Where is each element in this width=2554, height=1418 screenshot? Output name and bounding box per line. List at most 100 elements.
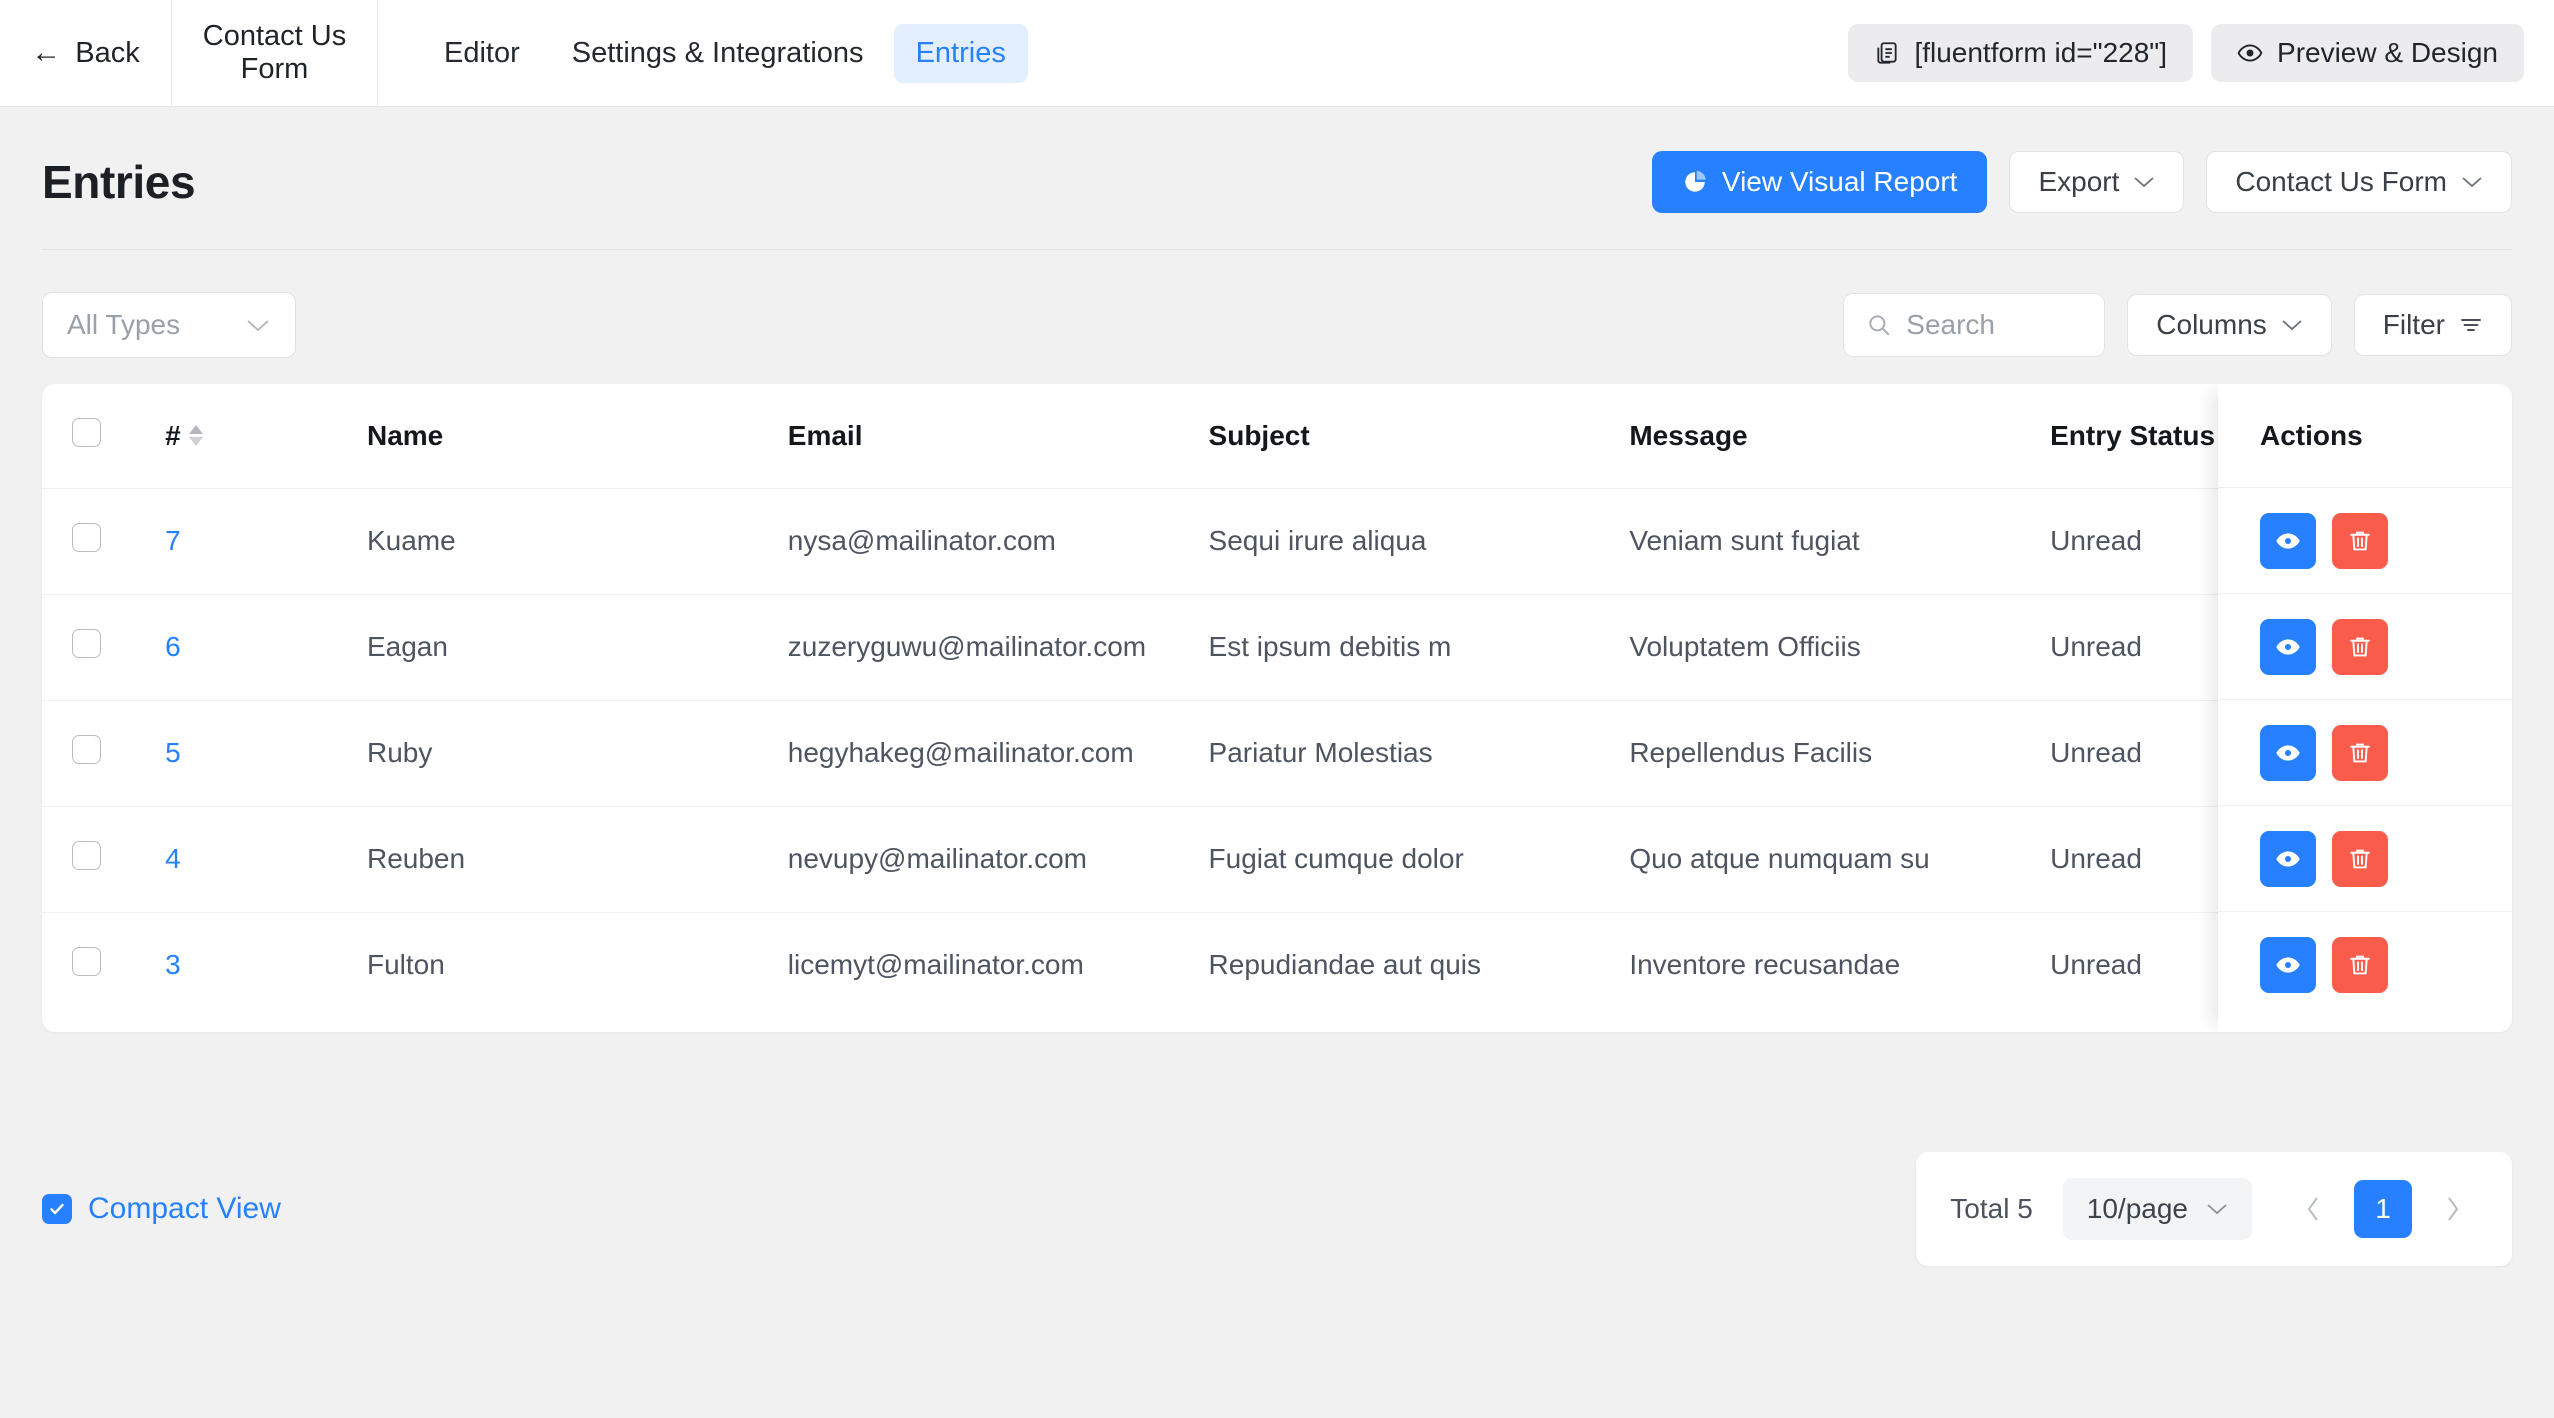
column-header-number-label: # bbox=[165, 420, 181, 452]
filter-button[interactable]: Filter bbox=[2354, 294, 2512, 356]
back-button[interactable]: ← Back bbox=[0, 0, 172, 106]
table-row[interactable]: 4 Reuben nevupy@mailinator.com Fugiat cu… bbox=[42, 806, 2512, 912]
row-email-cell: licemyt@mailinator.com bbox=[788, 912, 1209, 1018]
delete-entry-button[interactable] bbox=[2332, 831, 2388, 887]
chevron-down-icon bbox=[2281, 318, 2303, 332]
eye-icon bbox=[2274, 845, 2302, 873]
entry-id-link[interactable]: 6 bbox=[165, 631, 181, 662]
view-entry-button[interactable] bbox=[2260, 619, 2316, 675]
search-box[interactable] bbox=[1843, 293, 2105, 357]
row-email-cell: zuzeryguwu@mailinator.com bbox=[788, 594, 1209, 700]
shortcode-text: [fluentform id="228"] bbox=[1914, 37, 2167, 69]
shortcode-copy-button[interactable]: [fluentform id="228"] bbox=[1848, 24, 2193, 82]
page-size-select[interactable]: 10/page bbox=[2063, 1178, 2252, 1240]
page-number-button[interactable]: 1 bbox=[2354, 1180, 2412, 1238]
eye-icon bbox=[2237, 40, 2263, 66]
view-visual-report-label: View Visual Report bbox=[1722, 166, 1958, 198]
back-button-label: Back bbox=[75, 37, 139, 70]
top-navigation-bar: ← Back Contact Us Form Editor Settings &… bbox=[0, 0, 2554, 107]
row-checkbox[interactable] bbox=[72, 947, 101, 976]
row-subject-cell: Sequi irure aliqua bbox=[1209, 488, 1630, 594]
entries-table: # Name Email Subject Message Entry Statu… bbox=[42, 384, 2512, 1018]
chevron-down-icon bbox=[2206, 1202, 2228, 1216]
table-row[interactable]: 6 Eagan zuzeryguwu@mailinator.com Est ip… bbox=[42, 594, 2512, 700]
table-header-row: # Name Email Subject Message Entry Statu… bbox=[42, 384, 2512, 488]
row-subject-cell: Fugiat cumque dolor bbox=[1209, 806, 1630, 912]
row-message-cell: Voluptatem Officiis bbox=[1629, 594, 2050, 700]
column-header-subject[interactable]: Subject bbox=[1209, 384, 1630, 488]
row-message-cell: Veniam sunt fugiat bbox=[1629, 488, 2050, 594]
view-visual-report-button[interactable]: View Visual Report bbox=[1652, 151, 1988, 213]
preview-design-button[interactable]: Preview & Design bbox=[2211, 24, 2524, 82]
row-actions-cell bbox=[2218, 806, 2512, 912]
view-entry-button[interactable] bbox=[2260, 725, 2316, 781]
entries-table-body: 7 Kuame nysa@mailinator.com Sequi irure … bbox=[42, 488, 2512, 1018]
table-footer: Compact View Total 5 10/page 1 bbox=[42, 1152, 2512, 1266]
table-row[interactable]: 3 Fulton licemyt@mailinator.com Repudian… bbox=[42, 912, 2512, 1018]
tab-entries[interactable]: Entries bbox=[894, 24, 1028, 83]
form-selector-dropdown[interactable]: Contact Us Form bbox=[2206, 151, 2512, 213]
entry-id-link[interactable]: 3 bbox=[165, 949, 181, 980]
compact-view-label: Compact View bbox=[88, 1192, 281, 1226]
export-dropdown-button[interactable]: Export bbox=[2009, 151, 2184, 213]
table-row[interactable]: 7 Kuame nysa@mailinator.com Sequi irure … bbox=[42, 488, 2512, 594]
table-row[interactable]: 5 Ruby hegyhakeg@mailinator.com Pariatur… bbox=[42, 700, 2512, 806]
filter-icon bbox=[2459, 316, 2483, 334]
form-name-title: Contact Us Form bbox=[172, 0, 378, 106]
search-input[interactable] bbox=[1906, 309, 2082, 341]
chevron-down-icon bbox=[2461, 175, 2483, 189]
chevron-left-icon bbox=[2304, 1194, 2322, 1224]
form-selector-label: Contact Us Form bbox=[2235, 166, 2447, 198]
row-number-cell: 4 bbox=[165, 806, 367, 912]
row-checkbox[interactable] bbox=[72, 735, 101, 764]
compact-view-toggle[interactable]: Compact View bbox=[42, 1192, 281, 1226]
column-header-actions: Actions bbox=[2218, 384, 2512, 488]
row-message-cell: Quo atque numquam su bbox=[1629, 806, 2050, 912]
delete-entry-button[interactable] bbox=[2332, 513, 2388, 569]
row-checkbox[interactable] bbox=[72, 629, 101, 658]
select-all-header bbox=[42, 384, 165, 488]
columns-dropdown-button[interactable]: Columns bbox=[2127, 294, 2331, 356]
entries-table-head: # Name Email Subject Message Entry Statu… bbox=[42, 384, 2512, 488]
row-checkbox[interactable] bbox=[72, 841, 101, 870]
tab-editor[interactable]: Editor bbox=[422, 24, 542, 83]
next-page-button[interactable] bbox=[2428, 1178, 2478, 1240]
row-select-cell bbox=[42, 912, 165, 1018]
row-number-cell: 3 bbox=[165, 912, 367, 1018]
trash-icon bbox=[2347, 846, 2373, 872]
delete-entry-button[interactable] bbox=[2332, 725, 2388, 781]
row-name-cell: Ruby bbox=[367, 700, 788, 806]
compact-view-checkbox[interactable] bbox=[42, 1194, 72, 1224]
eye-icon bbox=[2274, 633, 2302, 661]
copy-document-icon bbox=[1874, 39, 1900, 67]
select-all-checkbox[interactable] bbox=[72, 418, 101, 447]
view-entry-button[interactable] bbox=[2260, 513, 2316, 569]
delete-entry-button[interactable] bbox=[2332, 619, 2388, 675]
row-actions-cell bbox=[2218, 488, 2512, 594]
entries-table-card: # Name Email Subject Message Entry Statu… bbox=[42, 384, 2512, 1032]
row-subject-cell: Repudiandae aut quis bbox=[1209, 912, 1630, 1018]
arrow-left-icon: ← bbox=[31, 38, 61, 68]
columns-label: Columns bbox=[2156, 309, 2266, 341]
row-checkbox[interactable] bbox=[72, 523, 101, 552]
tab-settings-integrations[interactable]: Settings & Integrations bbox=[550, 24, 886, 83]
entry-id-link[interactable]: 7 bbox=[165, 525, 181, 556]
column-header-number[interactable]: # bbox=[165, 384, 367, 488]
preview-design-label: Preview & Design bbox=[2277, 37, 2498, 69]
delete-entry-button[interactable] bbox=[2332, 937, 2388, 993]
entry-type-select[interactable]: All Types bbox=[42, 292, 296, 358]
previous-page-button[interactable] bbox=[2288, 1178, 2338, 1240]
entry-id-link[interactable]: 4 bbox=[165, 843, 181, 874]
sort-arrows-icon[interactable] bbox=[189, 425, 203, 446]
column-header-name[interactable]: Name bbox=[367, 384, 788, 488]
entry-id-link[interactable]: 5 bbox=[165, 737, 181, 768]
trash-icon bbox=[2347, 952, 2373, 978]
column-header-message[interactable]: Message bbox=[1629, 384, 2050, 488]
column-header-email[interactable]: Email bbox=[788, 384, 1209, 488]
row-email-cell: nevupy@mailinator.com bbox=[788, 806, 1209, 912]
row-actions-cell bbox=[2218, 700, 2512, 806]
view-entry-button[interactable] bbox=[2260, 831, 2316, 887]
pie-chart-icon bbox=[1682, 169, 1708, 195]
page-header-actions: View Visual Report Export Contact Us For… bbox=[1652, 151, 2512, 213]
view-entry-button[interactable] bbox=[2260, 937, 2316, 993]
